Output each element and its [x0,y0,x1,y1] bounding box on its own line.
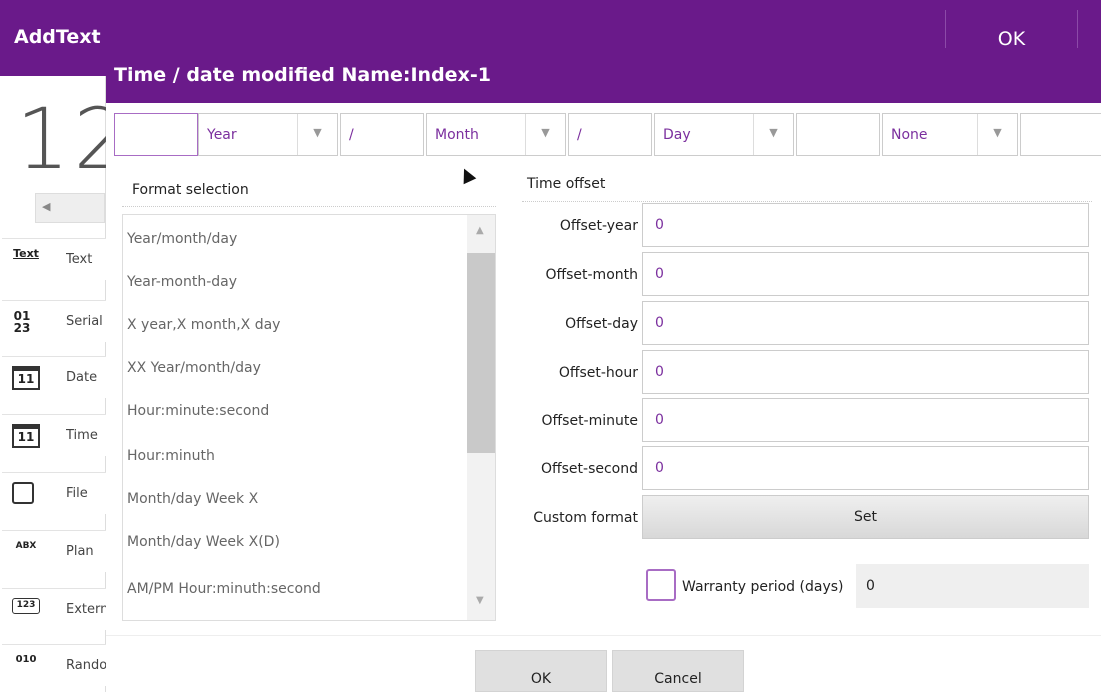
sidebar-item-label: Date [66,370,98,385]
time-offset-title: Time offset [527,176,606,192]
chevron-left-icon: ◀ [42,200,51,213]
dropdown-value: None [891,127,928,143]
offset-minute-input[interactable]: 0 [642,398,1089,442]
list-item[interactable]: Hour:minuth [127,448,215,464]
sidebar-item-label: Text [66,252,93,267]
ok-button[interactable]: OK [475,650,607,692]
chevron-down-icon: ▼ [977,114,1017,155]
cancel-button[interactable]: Cancel [612,650,744,692]
folder-icon [12,482,34,504]
offset-year-input[interactable]: 0 [642,203,1089,247]
offset-day-input[interactable]: 0 [642,301,1089,345]
divider [106,635,1101,636]
separator-input-2[interactable]: / [568,113,652,156]
sidebar-item-label: File [66,486,88,501]
warranty-label: Warranty period (days) [682,579,844,595]
dropdown-value: Month [435,127,479,143]
sidebar-item-label: Plan [66,544,94,559]
chevron-down-icon: ▼ [753,114,793,155]
year-dropdown[interactable]: Year ▼ [198,113,338,156]
offset-hour-label: Offset-hour [558,365,638,381]
separator-input-1[interactable]: / [340,113,424,156]
sidebar-item-random[interactable]: 010 Random [2,644,106,686]
serial-number-icon: 01 23 [13,309,31,335]
offset-hour-input[interactable]: 0 [642,350,1089,394]
list-item[interactable]: Year/month/day [127,231,237,247]
dialog-header: Time / date modified Name:Index-1 [106,49,1101,103]
sidebar-item-text[interactable]: Text Text [2,238,106,280]
scroll-down-icon[interactable]: ▼ [476,595,484,606]
custom-format-label: Custom format [533,510,638,526]
sidebar-item-date[interactable]: 11 Date [2,356,106,398]
list-item[interactable]: X year,X month,X day [127,317,280,333]
offset-day-label: Offset-day [565,316,638,332]
sidebar-item-label: Time [66,428,98,443]
sidebar-item-file[interactable]: File [2,472,106,514]
set-button[interactable]: Set [642,495,1089,539]
dropdown-value: Day [663,127,691,143]
scrollbar-thumb[interactable] [467,253,495,453]
list-item[interactable]: AM/PM Hour:minuth:second [127,581,321,597]
list-item[interactable]: Month/day Week X(D) [127,534,280,550]
scroll-up-icon[interactable]: ▲ [476,225,484,236]
month-dropdown[interactable]: Month ▼ [426,113,566,156]
suffix-input[interactable] [796,113,880,156]
dialog-title: Time / date modified Name:Index-1 [114,64,491,86]
counter-icon: 123 [12,598,40,614]
sidebar-item-label: Random [66,658,106,673]
format-list[interactable]: Year/month/day Year-month-day X year,X m… [122,214,496,621]
offset-minute-label: Offset-minute [541,413,639,429]
calendar-icon: 11 [12,424,40,448]
list-item[interactable]: Month/day Week X [127,491,258,507]
divider [122,206,496,207]
trailing-input[interactable] [1020,113,1101,156]
none-dropdown[interactable]: None ▼ [882,113,1018,156]
text-icon: Text [13,247,39,260]
list-item[interactable]: Year-month-day [127,274,237,290]
offset-month-input[interactable]: 0 [642,252,1089,296]
sidebar-item-label: Serial [66,314,103,329]
sidebar-item-serial[interactable]: 01 23 Serial [2,300,106,342]
day-dropdown[interactable]: Day ▼ [654,113,794,156]
format-row: Year ▼ / Month ▼ / Day ▼ None ▼ [106,113,1101,157]
chevron-down-icon: ▼ [525,114,565,155]
sidebar-item-label: External [66,602,106,617]
time-date-dialog: Time / date modified Name:Index-1 Year ▼… [106,49,1101,692]
calendar-icon: 11 [12,366,40,390]
list-item[interactable]: XX Year/month/day [127,360,261,376]
warranty-days-input[interactable]: 0 [856,564,1089,608]
offset-second-input[interactable]: 0 [642,446,1089,490]
sidebar-item-external[interactable]: 123 External [2,588,106,630]
list-item[interactable]: Hour:minute:second [127,403,269,419]
app-title: AddText [14,26,101,48]
offset-year-label: Offset-year [559,218,638,234]
sidebar-item-plan[interactable]: ABX Plan [2,530,106,572]
shuffle-icon: 010 [15,654,37,665]
sidebar-item-time[interactable]: 11 Time [2,414,106,456]
chevron-down-icon: ▼ [297,114,337,155]
offset-month-label: Offset-month [545,267,638,283]
dropdown-value: Year [207,127,237,143]
scroll-left-button[interactable]: ◀ [35,193,105,223]
clock-icon: ABX [15,541,37,551]
offset-second-label: Offset-second [540,461,638,477]
warranty-checkbox[interactable] [646,569,676,601]
format-selection-title: Format selection [132,182,249,198]
list-scrollbar[interactable]: ▲ ▼ [467,215,495,620]
prefix-input[interactable] [114,113,198,156]
divider [522,201,1092,202]
